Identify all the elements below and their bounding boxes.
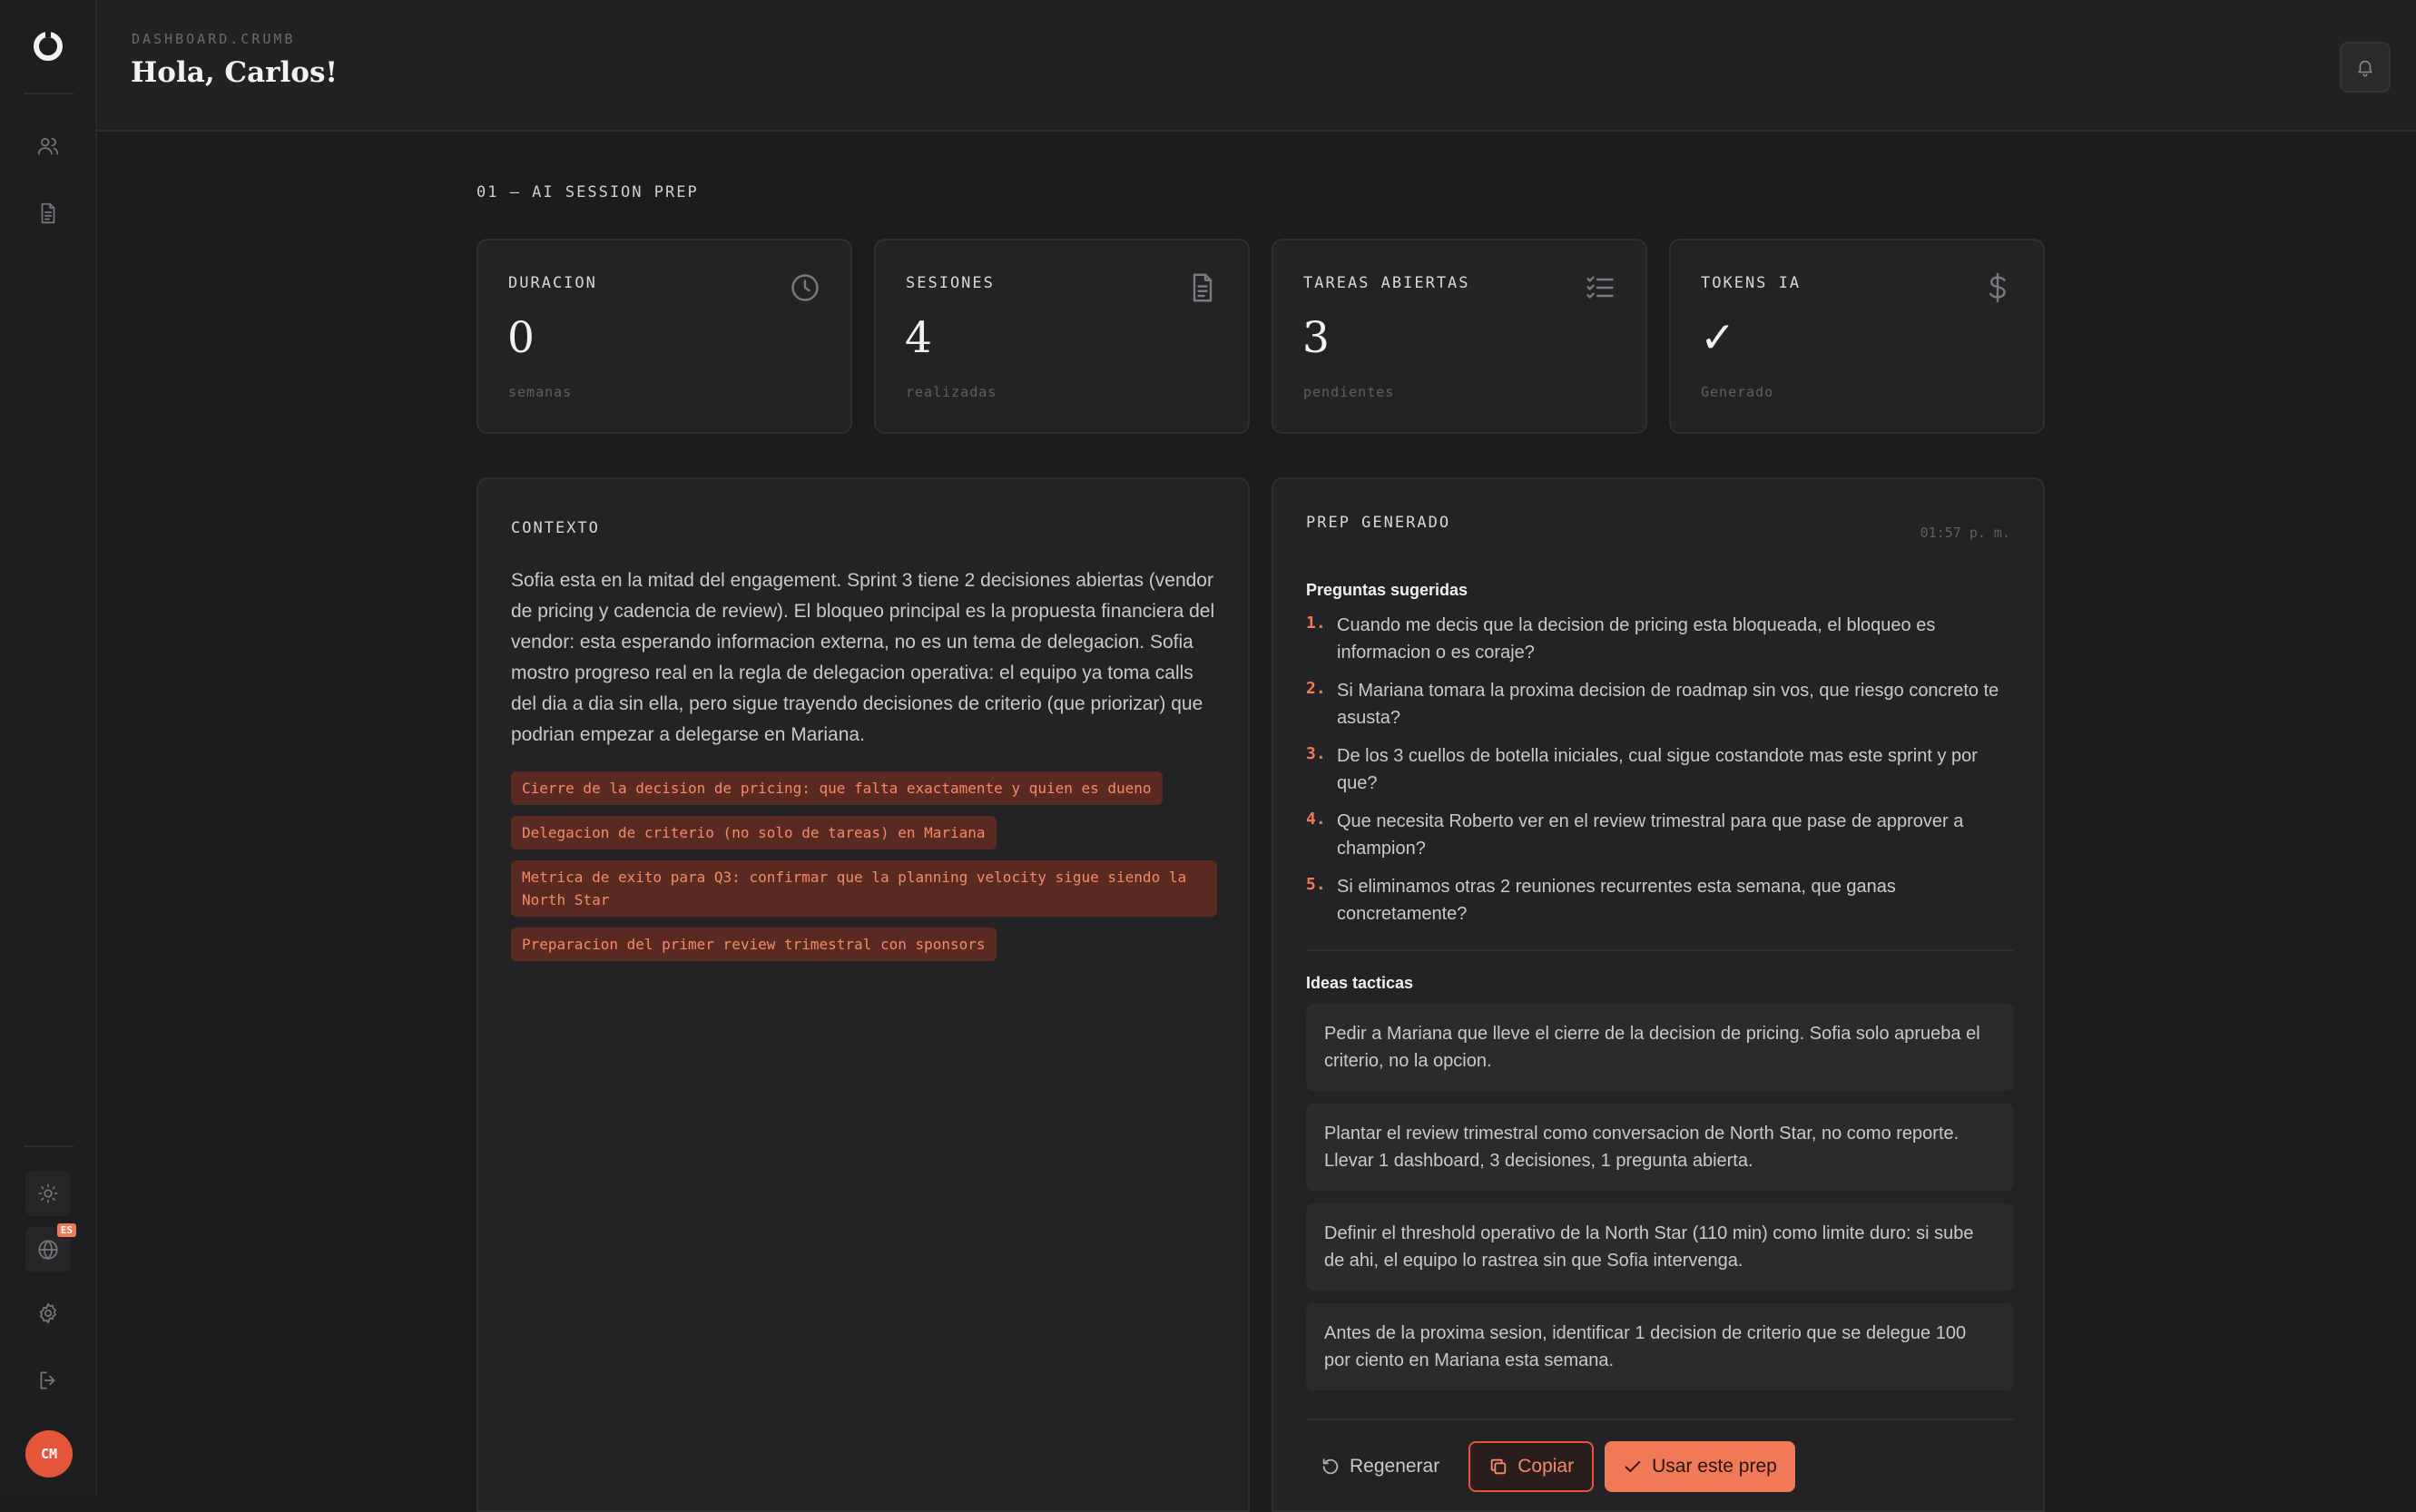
stat-value: 4 (905, 313, 932, 363)
checklist-icon (1584, 271, 1616, 304)
avatar[interactable]: CM (25, 1430, 73, 1478)
idea-card: Plantar el review trimestral como conver… (1306, 1104, 2014, 1191)
logout-icon (40, 1371, 55, 1389)
check-icon (1625, 1461, 1641, 1472)
context-tag: Cierre de la decision de pricing: que fa… (511, 771, 1163, 805)
document-icon (1186, 271, 1219, 304)
section-title: 01 — AI SESSION PREP (476, 183, 699, 201)
prep-actions: Regenerar Copiar Usar este prep (1306, 1441, 1795, 1492)
notifications-button[interactable] (2340, 42, 2391, 93)
language-switcher[interactable]: ES (25, 1223, 76, 1272)
question-text: Cuando me decis que la decision de prici… (1337, 615, 1936, 663)
sidebar-divider (24, 1145, 74, 1147)
regenerate-button[interactable]: Regenerar (1306, 1441, 1458, 1492)
stat-card-ai-tokens: TOKENS IA ✓ Generado (1669, 239, 2045, 434)
gear-icon (40, 1302, 56, 1324)
generated-timestamp: 01:57 p. m. (1920, 525, 2010, 541)
use-prep-label: Usar este prep (1652, 1456, 1777, 1477)
sidebar: ES CM (0, 0, 97, 1496)
question-number: 5. (1306, 875, 1326, 894)
bell-icon (2358, 60, 2372, 77)
app-logo-icon[interactable] (31, 29, 65, 64)
question-item: 1. Cuando me decis que la decision de pri… (1306, 612, 2014, 666)
generated-prep-panel: PREP GENERADO 01:57 p. m. Preguntas suge… (1272, 477, 2045, 1512)
stat-card-sessions: SESIONES 4 realizadas (874, 239, 1250, 434)
question-item: 5. Si eliminamos otras 2 reuniones recurr… (1306, 873, 2014, 928)
context-tag: Preparacion del primer review trimestral… (511, 928, 997, 961)
users-icon (37, 138, 59, 155)
stat-sub: Generado (1701, 384, 1774, 400)
stat-card-duration: DURACION 0 semanas (476, 239, 852, 434)
sun-icon (38, 1183, 58, 1203)
question-item: 2. Si Mariana tomara la proxima decision … (1306, 677, 2014, 731)
copy-button[interactable]: Copiar (1468, 1441, 1595, 1492)
globe-icon (38, 1240, 58, 1260)
question-number: 4. (1306, 810, 1326, 829)
question-item: 4. Que necesita Roberto ver en el review … (1306, 808, 2014, 862)
context-panel: CONTEXTO Sofia esta en la mitad del enga… (476, 477, 1250, 1512)
document-icon (41, 202, 55, 224)
stat-label: TOKENS IA (1701, 274, 1802, 292)
question-number: 2. (1306, 679, 1326, 698)
tactical-ideas: Pedir a Mariana que lleve el cierre de l… (1306, 1004, 2014, 1390)
question-text: Si eliminamos otras 2 reuniones recurren… (1337, 877, 1896, 924)
page-title: Hola, Carlos! (131, 56, 339, 89)
context-tags: Cierre de la decision de pricing: que fa… (511, 771, 1219, 961)
idea-card: Definir el threshold operativo de la Nor… (1306, 1203, 2014, 1291)
settings-button[interactable] (25, 1291, 71, 1336)
regenerate-label: Regenerar (1350, 1456, 1440, 1477)
context-tag: Metrica de exito para Q3: confirmar que … (511, 860, 1217, 917)
stat-value: 3 (1302, 313, 1330, 363)
stat-sub: semanas (508, 384, 573, 400)
stat-label: SESIONES (906, 274, 995, 292)
context-tag: Delegacion de criterio (no solo de tarea… (511, 816, 997, 849)
idea-card: Pedir a Mariana que lleve el cierre de l… (1306, 1004, 2014, 1091)
dollar-icon (1981, 271, 2014, 304)
sidebar-item-documents[interactable] (25, 191, 71, 236)
section-divider (1306, 1419, 2014, 1420)
sidebar-item-clients[interactable] (25, 123, 71, 169)
copy-label: Copiar (1517, 1456, 1575, 1477)
sidebar-divider (24, 93, 74, 94)
prep-label: PREP GENERADO (1306, 514, 1451, 532)
stat-card-open-tasks: TAREAS ABIERTAS 3 pendientes (1272, 239, 1647, 434)
idea-card: Antes de la proxima sesion, identificar … (1306, 1303, 2014, 1390)
page-header: DASHBOARD.CRUMB Hola, Carlos! (97, 0, 2416, 132)
question-number: 1. (1306, 614, 1326, 633)
context-text: Sofia esta en la mitad del engagement. S… (511, 570, 1215, 745)
question-text: De los 3 cuellos de botella iniciales, c… (1337, 746, 1978, 793)
refresh-icon (1322, 1458, 1339, 1475)
stat-label: TAREAS ABIERTAS (1303, 274, 1470, 292)
theme-toggle[interactable] (25, 1171, 71, 1216)
question-item: 3. De los 3 cuellos de botella iniciales,… (1306, 742, 2014, 797)
question-text: Si Mariana tomara la proxima decision de… (1337, 681, 1999, 728)
section-divider (1306, 949, 2014, 951)
context-label: CONTEXTO (511, 519, 600, 537)
language-badge: ES (56, 1223, 76, 1237)
ideas-heading: Ideas tacticas (1306, 974, 1414, 992)
clock-icon (789, 271, 821, 304)
stat-sub: realizadas (906, 384, 997, 400)
stat-label: DURACION (508, 274, 597, 292)
question-number: 3. (1306, 744, 1326, 763)
questions-heading: Preguntas sugeridas (1306, 581, 1468, 599)
question-text: Que necesita Roberto ver en el review tr… (1337, 811, 1964, 859)
logout-button[interactable] (25, 1358, 71, 1403)
breadcrumb: DASHBOARD.CRUMB (132, 31, 296, 47)
use-prep-button[interactable]: Usar este prep (1605, 1441, 1795, 1492)
suggested-questions: 1. Cuando me decis que la decision de pri… (1306, 612, 2014, 938)
stat-sub: pendientes (1303, 384, 1395, 400)
copy-icon (1490, 1458, 1507, 1475)
stat-value: ✓ (1700, 313, 1736, 363)
stat-value: 0 (507, 313, 535, 363)
